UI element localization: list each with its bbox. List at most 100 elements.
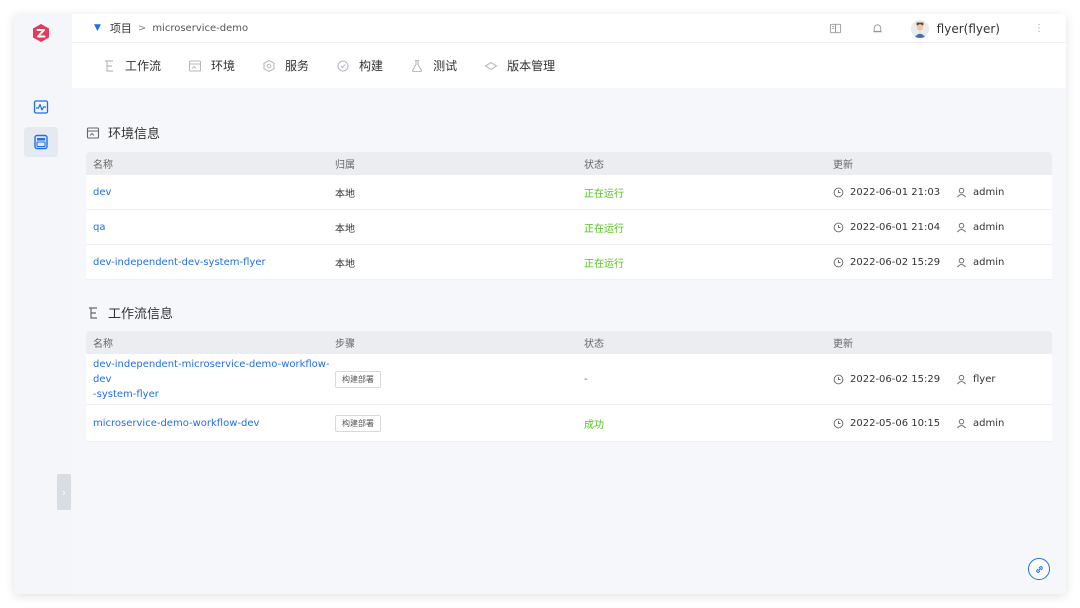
column-header: 更新 (833, 160, 853, 171)
sidebar-item-monitor[interactable] (24, 92, 58, 122)
env-name-link[interactable]: qa (86, 222, 335, 233)
workflow-name-line: dev-independent-microservice-demo-workfl… (93, 358, 330, 385)
workflow-table: 名称 步骤 状态 更新 dev-independent-microservice… (86, 331, 1052, 442)
top-right-actions: flyer(flyer) ⋮ (829, 14, 1066, 43)
user-icon (957, 187, 966, 197)
test-icon (411, 59, 423, 72)
table-row[interactable]: qa 本地 正在运行 2022-06-01 21:04 admin (86, 210, 1052, 245)
environment-icon (188, 59, 202, 72)
tab-label: 版本管理 (507, 59, 556, 73)
tab-build[interactable]: 构建 (336, 57, 383, 74)
sidebar-item-project[interactable] (24, 127, 58, 157)
update-user: admin (973, 186, 1005, 198)
user-icon (957, 257, 966, 267)
tab-environment[interactable]: 环境 (188, 57, 235, 74)
build-icon (337, 59, 349, 72)
env-owner: 本地 (335, 223, 355, 235)
column-header: 状态 (584, 339, 604, 350)
env-name-link[interactable]: dev (86, 187, 335, 198)
tab-workflow[interactable]: 工作流 (102, 57, 161, 74)
tab-version[interactable]: 版本管理 (484, 57, 555, 74)
tab-test[interactable]: 测试 (410, 57, 457, 74)
app-window: › ▼ 项目 > microservice-demo flyer(flyer) … (14, 14, 1066, 594)
logo-icon[interactable] (31, 23, 51, 43)
sidebar: › (14, 14, 72, 594)
column-header: 更新 (833, 339, 853, 350)
status-text: - (584, 373, 588, 385)
breadcrumb-project[interactable]: 项目 (110, 20, 132, 36)
link-icon[interactable] (1028, 558, 1050, 580)
clock-icon (833, 187, 844, 197)
section-title-text: 工作流信息 (108, 307, 174, 322)
user-icon (957, 374, 966, 384)
tab-service[interactable]: 服务 (262, 57, 309, 74)
avatar[interactable] (910, 19, 929, 38)
status-text: 正在运行 (584, 188, 624, 200)
env-table: 名称 归属 状态 更新 dev 本地 正在运行 2022-06-01 21:03 (86, 152, 1052, 280)
table-header: 名称 归属 状态 更新 (86, 152, 1052, 175)
version-icon (484, 61, 498, 70)
table-row[interactable]: dev 本地 正在运行 2022-06-01 21:03 admin (86, 175, 1052, 210)
workflow-section-title: 工作流信息 (86, 303, 173, 322)
update-user: admin (973, 256, 1005, 268)
table-row[interactable]: microservice-demo-workflow-dev 构建部署 成功 2… (86, 405, 1052, 442)
workflow-icon (105, 59, 113, 72)
workflow-name-line: -system-flyer (93, 388, 159, 400)
user-icon (957, 418, 966, 428)
sidebar-collapse-handle[interactable]: › (57, 474, 71, 510)
tab-label: 测试 (433, 59, 458, 73)
clock-icon (833, 222, 844, 232)
tab-label: 构建 (359, 59, 384, 73)
table-row[interactable]: dev-independent-microservice-demo-workfl… (86, 354, 1052, 405)
status-text: 正在运行 (584, 223, 624, 235)
step-tag[interactable]: 构建部署 (335, 414, 381, 432)
top-bar: ▼ 项目 > microservice-demo flyer(flyer) ⋮ (72, 14, 1066, 43)
update-time: 2022-05-06 10:15 (850, 417, 941, 429)
book-icon[interactable] (829, 22, 843, 36)
update-time: 2022-06-01 21:03 (850, 186, 941, 198)
bell-icon[interactable] (871, 22, 885, 36)
update-time: 2022-06-02 15:29 (850, 256, 941, 268)
tab-label: 工作流 (125, 59, 162, 73)
table-header: 名称 步骤 状态 更新 (86, 331, 1052, 354)
update-user: flyer (973, 373, 996, 385)
column-header: 名称 (93, 339, 113, 350)
caret-down-icon[interactable]: ▼ (94, 23, 101, 33)
env-name-link[interactable]: dev-independent-dev-system-flyer (86, 257, 335, 268)
user-name[interactable]: flyer(flyer) (937, 22, 1000, 36)
workflow-name-link[interactable]: microservice-demo-workflow-dev (86, 418, 335, 429)
section-title-text: 环境信息 (108, 127, 161, 142)
environment-icon (86, 126, 100, 139)
update-time: 2022-06-01 21:04 (850, 221, 941, 233)
step-tag[interactable]: 构建部署 (335, 370, 381, 388)
breadcrumb-separator: > (137, 22, 147, 34)
column-header: 名称 (93, 160, 113, 171)
env-owner: 本地 (335, 258, 355, 270)
env-owner: 本地 (335, 188, 355, 200)
update-user: admin (973, 417, 1005, 429)
project-icon (34, 134, 48, 150)
more-vertical-icon[interactable]: ⋮ (1034, 23, 1044, 34)
update-time: 2022-06-02 15:29 (850, 373, 941, 385)
tab-bar: 工作流 环境 服务 构建 测试 版本管理 (72, 43, 1066, 88)
service-icon (263, 59, 275, 72)
clock-icon (833, 418, 844, 428)
tab-label: 环境 (211, 59, 236, 73)
user-icon (957, 222, 966, 232)
status-text: 成功 (584, 419, 604, 431)
monitor-icon (33, 100, 49, 114)
clock-icon (833, 257, 844, 267)
workflow-icon (89, 306, 97, 319)
column-header: 状态 (584, 160, 604, 171)
main-area: ▼ 项目 > microservice-demo flyer(flyer) ⋮ … (72, 14, 1066, 594)
tab-label: 服务 (285, 59, 310, 73)
breadcrumb-current: microservice-demo (152, 22, 249, 34)
clock-icon (833, 374, 844, 384)
table-row[interactable]: dev-independent-dev-system-flyer 本地 正在运行… (86, 245, 1052, 280)
update-user: admin (973, 221, 1005, 233)
content-area: 环境信息 名称 归属 状态 更新 dev 本地 正在运行 2022-06-01 … (72, 88, 1066, 594)
column-header: 步骤 (335, 339, 355, 350)
column-header: 归属 (335, 160, 355, 171)
status-text: 正在运行 (584, 258, 624, 270)
workflow-name-link[interactable]: dev-independent-microservice-demo-workfl… (86, 357, 335, 402)
